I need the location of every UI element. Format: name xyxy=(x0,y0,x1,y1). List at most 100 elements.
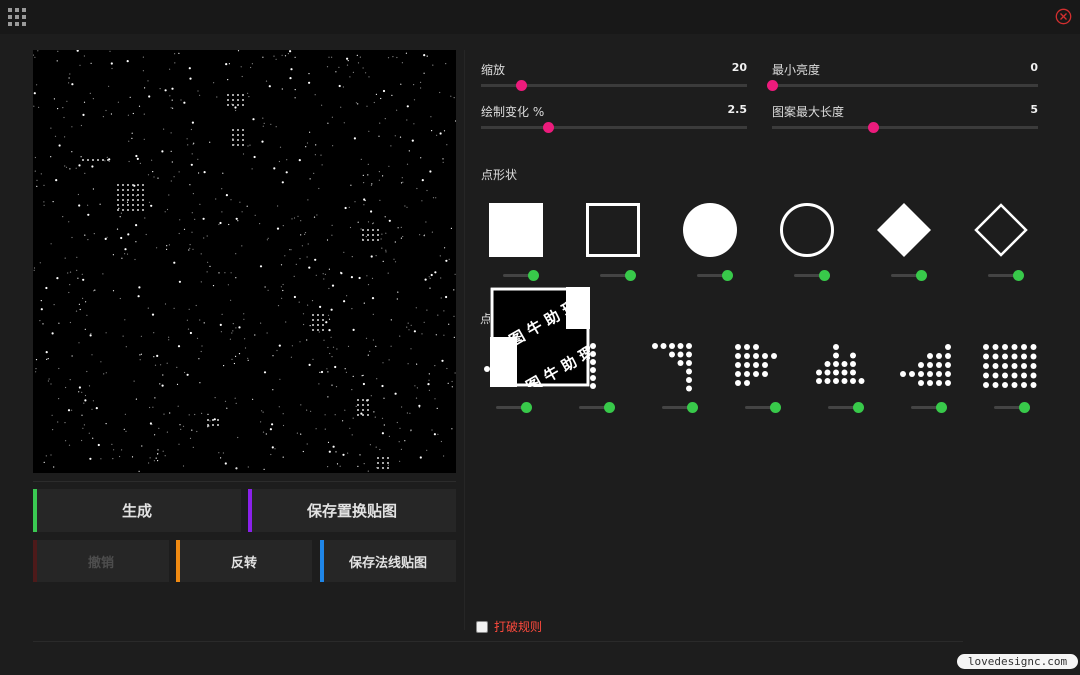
halftone-dot xyxy=(127,194,129,196)
pattern-dot xyxy=(753,371,759,377)
halftone-dot xyxy=(420,87,422,89)
halftone-dot xyxy=(164,211,166,213)
pattern-toggle[interactable] xyxy=(745,402,781,414)
outline-square-icon[interactable] xyxy=(585,202,641,258)
shape-toggle[interactable] xyxy=(891,270,927,282)
undo-button[interactable]: 撤销 xyxy=(33,540,169,582)
halftone-dot xyxy=(182,425,185,427)
halftone-dot xyxy=(343,251,345,253)
halftone-dot xyxy=(229,338,231,340)
shape-toggle[interactable] xyxy=(988,270,1024,282)
shape-toggle[interactable] xyxy=(697,270,733,282)
halftone-dot xyxy=(360,158,362,160)
pattern-toggle[interactable] xyxy=(911,402,947,414)
halftone-dot xyxy=(335,451,337,453)
pattern-dot xyxy=(1011,353,1018,360)
pattern-dot xyxy=(735,362,741,368)
halftone-dot xyxy=(407,322,409,324)
dot-pattern-3-icon[interactable] xyxy=(649,340,705,396)
filled-circle-icon[interactable] xyxy=(682,202,738,258)
slider-knob[interactable] xyxy=(542,122,554,133)
halftone-dot xyxy=(332,346,335,348)
dot-pattern-7-icon[interactable] xyxy=(981,340,1037,396)
pattern-toggle[interactable] xyxy=(994,402,1030,414)
break-rules-option[interactable]: 打破规则 xyxy=(476,618,542,635)
halftone-dot xyxy=(367,163,369,165)
pattern-toggle[interactable] xyxy=(496,402,532,414)
invert-button[interactable]: 反转 xyxy=(176,540,312,582)
halftone-dot xyxy=(393,258,395,260)
halftone-dot xyxy=(383,424,385,426)
halftone-dot xyxy=(142,194,144,196)
save-normal-map-button[interactable]: 保存法线贴图 xyxy=(320,540,456,582)
halftone-dot xyxy=(406,326,408,328)
close-icon[interactable] xyxy=(1055,8,1072,25)
halftone-dot xyxy=(197,158,199,160)
pattern-toggle[interactable] xyxy=(828,402,864,414)
halftone-dot xyxy=(71,126,73,128)
dot-pattern-5-icon[interactable] xyxy=(815,340,871,396)
halftone-dot xyxy=(159,383,161,385)
dot-pattern-6-icon[interactable] xyxy=(898,340,954,396)
pattern-dot xyxy=(816,369,822,376)
halftone-dot xyxy=(390,345,392,347)
halftone-dot xyxy=(367,239,369,241)
halftone-dot xyxy=(302,313,305,315)
halftone-dot xyxy=(64,422,66,424)
halftone-dot xyxy=(413,123,415,125)
slider-track[interactable] xyxy=(772,126,1038,129)
dot-pattern-4-icon[interactable] xyxy=(732,340,788,396)
halftone-dot xyxy=(305,146,307,148)
halftone-dot xyxy=(116,228,119,230)
halftone-dot xyxy=(82,159,84,161)
break-rules-checkbox[interactable] xyxy=(476,620,488,633)
shape-toggle[interactable] xyxy=(503,270,539,282)
halftone-dot xyxy=(237,99,239,101)
halftone-dot xyxy=(152,406,154,408)
halftone-dot xyxy=(278,160,280,163)
halftone-dot xyxy=(232,134,234,136)
generate-button[interactable]: 生成 xyxy=(33,489,241,532)
slider-track[interactable] xyxy=(772,84,1038,87)
halftone-dot xyxy=(71,151,73,153)
halftone-dot xyxy=(180,99,182,101)
filled-diamond-icon[interactable] xyxy=(876,202,932,258)
halftone-dot xyxy=(356,54,358,56)
shape-toggle[interactable] xyxy=(794,270,830,282)
pattern-toggle[interactable] xyxy=(662,402,698,414)
halftone-dot xyxy=(135,195,138,197)
halftone-dot xyxy=(285,171,288,174)
pattern-dot xyxy=(1021,353,1027,360)
pattern-dot xyxy=(909,371,915,377)
halftone-dot xyxy=(183,228,186,230)
save-displacement-map-button[interactable]: 保存置换贴图 xyxy=(248,489,456,532)
slider-knob[interactable] xyxy=(515,80,527,91)
outline-circle-icon[interactable] xyxy=(779,202,835,258)
halftone-dot xyxy=(58,367,60,370)
halftone-dot xyxy=(147,80,149,82)
halftone-dot xyxy=(207,424,209,426)
slider-knob[interactable] xyxy=(767,80,778,91)
halftone-dot xyxy=(263,122,265,124)
halftone-dot xyxy=(39,262,41,264)
slider-knob[interactable] xyxy=(868,122,880,133)
filled-square-icon[interactable] xyxy=(488,202,544,258)
halftone-dot xyxy=(89,92,91,94)
halftone-dot xyxy=(109,50,111,52)
halftone-dot xyxy=(81,391,83,393)
pattern-dot xyxy=(1030,363,1037,369)
halftone-dot xyxy=(84,234,86,236)
outline-diamond-icon[interactable] xyxy=(973,202,1029,258)
slider-track[interactable] xyxy=(481,126,747,129)
halftone-dot xyxy=(117,194,119,196)
halftone-dot xyxy=(363,463,365,465)
preview-canvas[interactable] xyxy=(33,50,456,473)
halftone-dot xyxy=(92,188,94,190)
shape-toggle[interactable] xyxy=(600,270,636,282)
halftone-dot xyxy=(93,290,95,292)
halftone-dot xyxy=(141,445,143,447)
halftone-dot xyxy=(43,461,45,463)
halftone-dot xyxy=(336,348,338,350)
grid-menu-icon[interactable] xyxy=(8,8,26,26)
pattern-toggle[interactable] xyxy=(579,402,615,414)
